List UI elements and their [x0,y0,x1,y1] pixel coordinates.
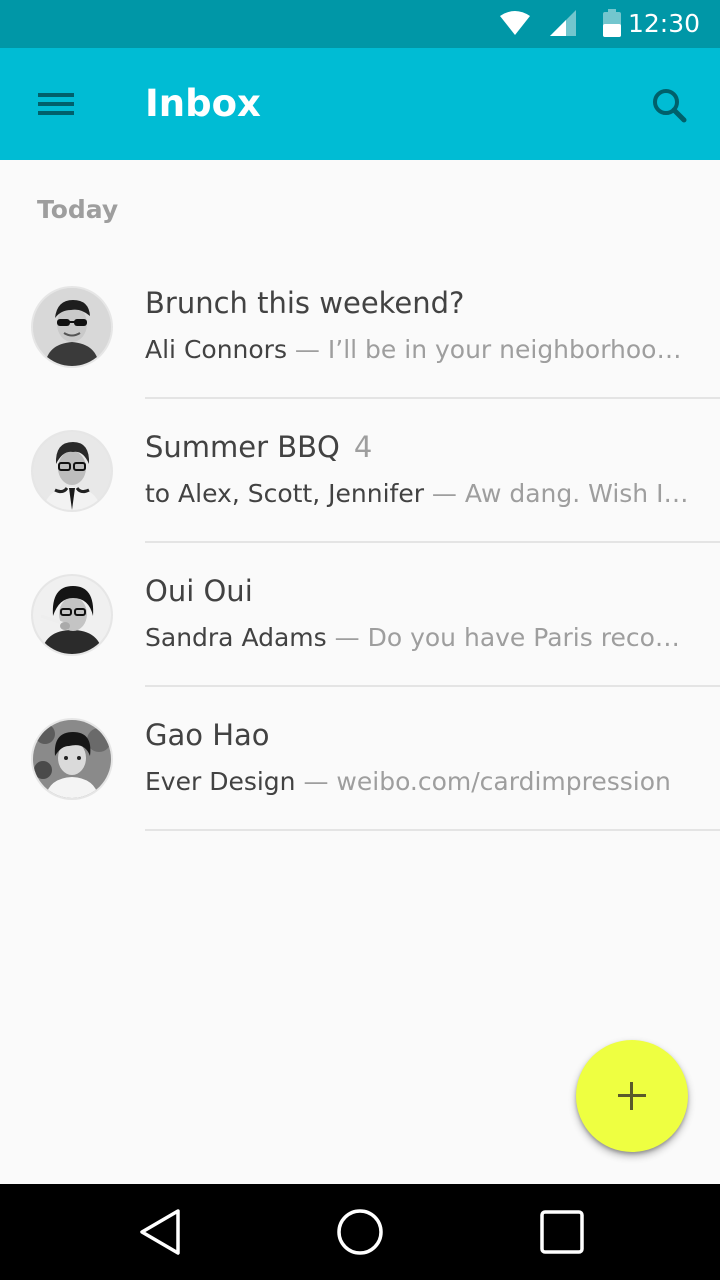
search-button[interactable] [646,82,694,130]
message-summary: Ali Connors — I’ll be in your neighborho… [145,335,693,364]
list-item[interactable]: Summer BBQ 4 to Alex, Scott, Jennifer — A… [0,399,720,543]
back-button[interactable] [136,1208,184,1256]
back-icon [136,1209,184,1260]
app-bar: Inbox [0,48,720,160]
home-icon [336,1209,384,1260]
list-item[interactable]: Gao Hao Ever Design — weibo.com/cardimpr… [0,687,720,831]
list-item[interactable]: Oui Oui Sandra Adams — Do you have Paris… [0,543,720,687]
avatar [33,576,111,654]
recents-button[interactable] [538,1208,586,1256]
message-summary: Ever Design — weibo.com/cardimpression [145,767,671,796]
list-item[interactable]: Brunch this weekend? Ali Connors — I’ll … [0,255,720,399]
message-sender: Ali Connors [145,335,287,364]
menu-button[interactable] [24,80,88,128]
avatar [33,720,111,798]
message-title: Gao Hao [145,718,270,752]
message-title: Brunch this weekend? [145,286,465,320]
recents-icon [538,1210,586,1260]
message-preview: weibo.com/cardimpression [336,767,671,796]
message-summary: Sandra Adams — Do you have Paris recomme… [145,623,693,652]
message-title: Summer BBQ 4 [145,430,373,464]
status-time: 12:30 [627,9,700,38]
message-preview: I’ll be in your neighborhood doing erran… [327,335,693,364]
message-title: Oui Oui [145,574,253,608]
search-icon [646,89,694,134]
signal-icon [550,10,576,40]
plus-icon [616,1080,648,1116]
message-preview: Do you have Paris recommendations [367,623,693,652]
divider [145,829,720,831]
message-count-badge: 4 [353,430,373,464]
message-preview: Aw dang. Wish I could make it [464,479,693,508]
section-header: Today [37,195,119,224]
system-nav-bar [0,1184,720,1280]
message-sender: Sandra Adams [145,623,327,652]
page-title: Inbox [145,82,261,125]
message-sender: to Alex, Scott, Jennifer [145,479,424,508]
status-bar: 12:30 [0,0,720,48]
battery-icon [603,9,621,41]
avatar [33,288,111,366]
compose-fab-button[interactable] [576,1040,688,1152]
message-sender: Ever Design [145,767,296,796]
message-list: Brunch this weekend? Ali Connors — I’ll … [0,255,720,831]
wifi-icon [500,10,530,40]
avatar [33,432,111,510]
home-button[interactable] [336,1208,384,1256]
message-summary: to Alex, Scott, Jennifer — Aw dang. Wish… [145,479,693,508]
